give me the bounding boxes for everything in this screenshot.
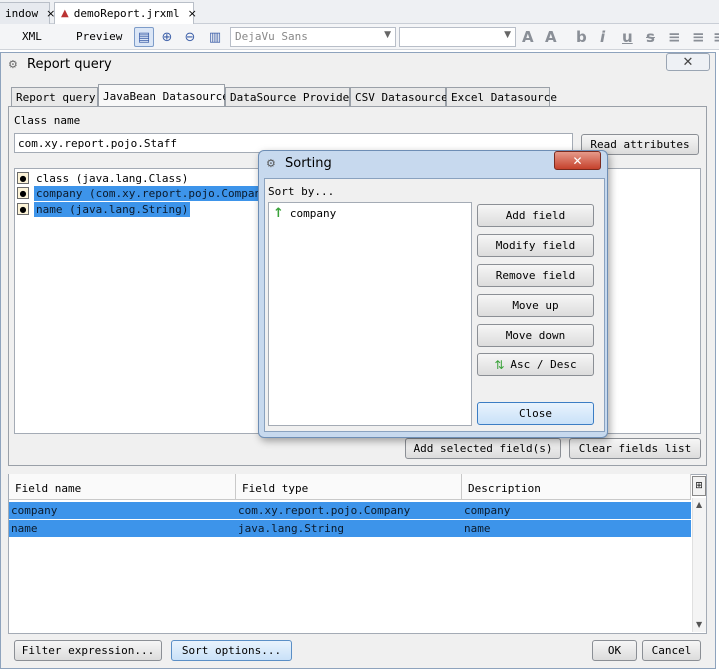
sort-field-label: company: [289, 207, 337, 220]
close-icon[interactable]: ×: [188, 7, 197, 20]
font-family-value: DejaVu Sans: [235, 30, 308, 43]
cancel-button[interactable]: Cancel: [642, 640, 701, 661]
filter-expression-button[interactable]: Filter expression...: [14, 640, 162, 661]
sort-options-button[interactable]: Sort options...: [171, 640, 292, 661]
italic-icon[interactable]: i: [600, 28, 605, 46]
font-size-combo[interactable]: ▼: [399, 27, 516, 47]
field-type-cell: com.xy.report.pojo.Company: [238, 504, 411, 517]
file-tab-label: indow: [5, 7, 39, 20]
ascending-arrow-icon: ↑: [273, 206, 284, 221]
xml-tab-button[interactable]: XML: [22, 30, 42, 43]
chevron-down-icon: ▼: [504, 30, 511, 40]
tab-excel-datasource[interactable]: Excel Datasource: [446, 87, 557, 106]
dialog-title: ⚙ Report query: [8, 57, 112, 72]
description-cell: name: [464, 522, 491, 535]
scroll-up-icon[interactable]: ▲: [696, 500, 702, 509]
zoom-out-icon[interactable]: ⊖: [180, 27, 200, 47]
preview-tab-button[interactable]: Preview: [76, 30, 122, 43]
sorting-icon: ⚙: [266, 156, 276, 170]
tab-csv-datasource[interactable]: CSV Datasource: [350, 87, 448, 106]
field-name-cell: name: [11, 522, 38, 535]
field-name-cell: company: [11, 504, 58, 517]
close-button[interactable]: Close: [477, 402, 594, 425]
sorting-dialog-title: ⚙ Sorting: [266, 156, 332, 171]
attribute-node[interactable]: class (java.lang.Class): [34, 171, 190, 186]
attribute-icon: ●: [17, 187, 29, 199]
clear-fields-list-button[interactable]: Clear fields list: [569, 438, 701, 459]
dialog-title-text: Report query: [27, 57, 112, 72]
dialog-close-button[interactable]: ✕: [666, 53, 710, 71]
attribute-icon: ●: [17, 172, 29, 184]
underline-icon[interactable]: u: [622, 28, 633, 46]
file-tab-demoreport[interactable]: ▲ demoReport.jrxml ×: [54, 2, 197, 24]
move-up-button[interactable]: Move up: [477, 294, 594, 317]
table-vertical-scrollbar[interactable]: ▲ ▼: [692, 498, 706, 632]
attribute-node[interactable]: company (com.xy.report.pojo.Company): [34, 186, 277, 201]
asc-desc-label: Asc / Desc: [510, 358, 577, 371]
zoom-in-icon[interactable]: ⊕: [157, 27, 177, 47]
increase-font-icon[interactable]: A: [522, 28, 534, 46]
tab-javabean-datasource[interactable]: JavaBean Datasource: [98, 84, 229, 107]
attribute-node[interactable]: name (java.lang.String): [34, 202, 191, 217]
align-more-icon[interactable]: ≡: [713, 28, 719, 46]
move-down-button[interactable]: Move down: [477, 324, 594, 347]
column-header-description[interactable]: Description: [462, 474, 691, 500]
modify-field-button[interactable]: Modify field: [477, 234, 594, 257]
bold-icon[interactable]: b: [576, 28, 587, 46]
sorting-title-text: Sorting: [285, 156, 332, 171]
chevron-down-icon: ▼: [384, 30, 391, 40]
ok-button[interactable]: OK: [592, 640, 637, 661]
list-item[interactable]: ↑ company: [273, 206, 336, 221]
report-query-icon: ⚙: [8, 57, 18, 71]
page-settings-icon[interactable]: ▥: [205, 27, 225, 47]
close-icon: ✕: [572, 153, 583, 168]
editor-tab-bar: indow × ▲ demoReport.jrxml ×: [0, 0, 719, 24]
remove-field-button[interactable]: Remove field: [477, 264, 594, 287]
tab-datasource-provider[interactable]: DataSource Provider: [225, 87, 356, 106]
table-corner-icon[interactable]: ⊞: [692, 476, 706, 496]
field-type-cell: java.lang.String: [238, 522, 344, 535]
description-cell: company: [464, 504, 511, 517]
file-tab-window[interactable]: indow ×: [0, 2, 55, 24]
font-family-combo[interactable]: DejaVu Sans ▼: [230, 27, 396, 47]
table-row[interactable]: company com.xy.report.pojo.Company compa…: [9, 502, 691, 519]
attribute-icon: ●: [17, 203, 29, 215]
close-icon: ✕: [682, 54, 694, 70]
sort-by-label: Sort by...: [268, 185, 335, 198]
align-left-icon[interactable]: ≡: [668, 28, 681, 46]
align-justify-icon[interactable]: ≡: [692, 28, 705, 46]
column-header-field-name[interactable]: Field name: [9, 474, 236, 500]
add-field-button[interactable]: Add field: [477, 204, 594, 227]
designer-toolbar: XML Preview ▤ ⊕ ⊖ ▥ DejaVu Sans ▼ ▼ A A …: [0, 24, 719, 50]
table-row[interactable]: name java.lang.String name: [9, 520, 691, 537]
refresh-icon: ⇅: [494, 357, 505, 372]
report-file-icon: ▲: [61, 8, 69, 19]
scroll-down-icon[interactable]: ▼: [696, 620, 702, 629]
class-name-label: Class name: [14, 114, 81, 127]
decrease-font-icon[interactable]: A: [545, 28, 557, 46]
tab-report-query[interactable]: Report query: [11, 87, 98, 106]
file-tab-label: demoReport.jrxml: [73, 7, 180, 20]
asc-desc-button[interactable]: ⇅ Asc / Desc: [477, 353, 594, 376]
add-selected-fields-button[interactable]: Add selected field(s): [405, 438, 561, 459]
select-tool-icon[interactable]: ▤: [134, 27, 154, 47]
column-header-field-type[interactable]: Field type: [236, 474, 462, 500]
sort-fields-list[interactable]: [268, 202, 472, 426]
strikethrough-icon[interactable]: s: [646, 28, 655, 46]
sorting-close-button[interactable]: ✕: [554, 151, 601, 170]
